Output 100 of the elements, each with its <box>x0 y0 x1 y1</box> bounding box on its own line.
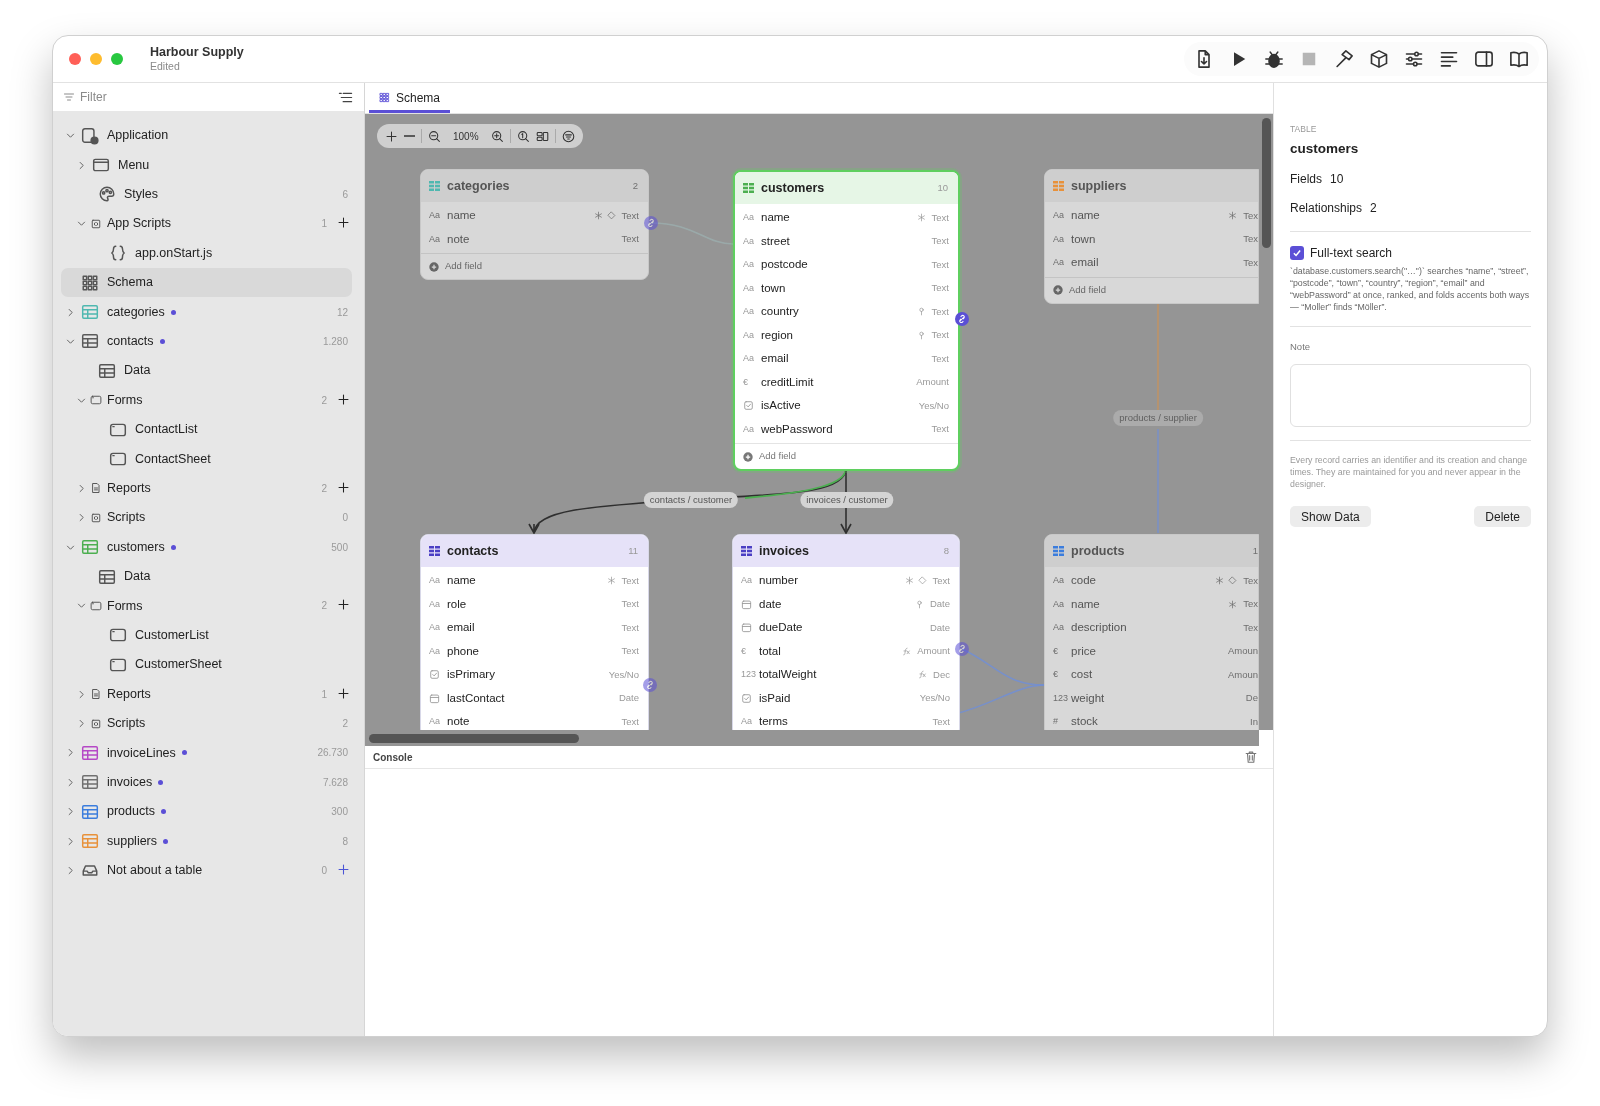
field-name: region <box>761 327 793 343</box>
book-icon[interactable] <box>1509 49 1529 69</box>
item-count: 6 <box>342 187 348 202</box>
document-icon <box>90 688 102 701</box>
tree-item[interactable]: Forms 2 <box>61 385 331 415</box>
delete-button[interactable]: Delete <box>1474 506 1531 528</box>
zoom-out-button[interactable] <box>428 129 441 143</box>
link-handle-icon[interactable] <box>644 216 658 230</box>
stat-value: 10 <box>1330 171 1344 188</box>
field-name: email <box>1071 255 1099 271</box>
item-count: 1 <box>321 687 327 702</box>
link-handle-icon[interactable] <box>955 642 969 656</box>
chevron-icon <box>76 512 87 524</box>
field-name: role <box>447 596 467 612</box>
field-type: Tex <box>1243 597 1258 612</box>
field-type: Amoun <box>1227 667 1258 682</box>
tree-item[interactable]: Menu <box>61 150 352 180</box>
field-type: Text <box>931 257 949 272</box>
layout-button[interactable] <box>535 129 549 143</box>
tree-item[interactable]: products 300 <box>61 797 352 827</box>
tree-item[interactable]: CustomerSheet <box>61 650 352 680</box>
stat-value: 2 <box>1370 200 1377 217</box>
tree-item[interactable]: ContactSheet <box>61 444 352 474</box>
type-glyph: € <box>1053 668 1059 681</box>
add-button[interactable] <box>385 129 398 143</box>
tree-item[interactable]: Scripts 0 <box>61 503 352 533</box>
scrollbar-thumb[interactable] <box>369 733 579 743</box>
tree-item[interactable]: Reports 2 <box>61 473 331 504</box>
field-name: street <box>761 233 790 249</box>
tree-item[interactable]: app.onStart.js <box>61 238 352 268</box>
grid-icon <box>379 92 390 103</box>
tree-item[interactable]: Schema <box>61 267 352 298</box>
tree-item[interactable]: Not about a table 0 <box>61 855 331 886</box>
filter-button[interactable] <box>561 129 575 143</box>
field-type: Date <box>929 620 950 635</box>
calendar-icon <box>429 692 440 704</box>
sliders-icon[interactable] <box>1404 49 1424 69</box>
script-icon <box>90 217 102 230</box>
field-type: Date <box>929 597 950 612</box>
document-status: Edited <box>150 60 181 74</box>
relationship-label[interactable]: invoices / customer <box>800 492 894 509</box>
type-glyph: Aa <box>741 715 753 728</box>
tree-item[interactable]: Application <box>61 121 352 151</box>
item-count: 1 <box>321 217 327 232</box>
lines-icon[interactable] <box>1439 49 1459 69</box>
relationship-label[interactable]: contacts / customer <box>643 492 739 509</box>
tree-item[interactable]: CustomerList <box>61 620 352 651</box>
bug-icon[interactable] <box>1264 49 1284 69</box>
filter-field[interactable]: Filter <box>53 83 364 111</box>
field-type: Text <box>621 714 639 729</box>
tree-item[interactable]: App Scripts 1 <box>61 209 331 239</box>
add-field-button[interactable]: Add field <box>735 443 958 469</box>
field-count: 1 <box>1252 543 1258 558</box>
link-handle-icon[interactable] <box>643 678 657 692</box>
close-button[interactable] <box>69 53 81 65</box>
zoom-in-button[interactable] <box>490 129 504 143</box>
add-field-button[interactable]: Add field <box>1045 276 1258 303</box>
filter-icon <box>561 129 575 143</box>
note-field[interactable] <box>1290 364 1531 428</box>
field-count: 10 <box>937 180 948 195</box>
tree-item[interactable]: contacts 1.280 <box>61 326 352 357</box>
hammer-icon[interactable] <box>1334 49 1354 69</box>
calendar-icon <box>741 598 752 610</box>
tree-item[interactable]: invoiceLines 26.730 <box>61 738 352 768</box>
type-glyph: Aa <box>743 211 755 224</box>
tree-item[interactable]: Scripts 2 <box>61 708 352 739</box>
tree-item[interactable]: categories 12 <box>61 297 352 327</box>
tree-item[interactable]: Styles 6 <box>61 179 352 210</box>
tree-item[interactable]: customers 500 <box>61 532 352 562</box>
footnote: Every record carries an identifier and its creation and change times. They are maintained for you and never appear in the designer. <box>1290 454 1529 491</box>
checkbox[interactable] <box>1290 246 1304 260</box>
cube-icon[interactable] <box>1369 49 1389 69</box>
field-type: Text <box>621 573 639 588</box>
add-button[interactable] <box>337 686 352 702</box>
clear-console-button[interactable] <box>1243 749 1259 765</box>
link-handle-icon[interactable] <box>955 312 969 326</box>
add-button[interactable] <box>337 392 352 408</box>
tree-item[interactable]: Reports 1 <box>61 679 331 709</box>
show-data-button[interactable]: Show Data <box>1290 506 1371 528</box>
type-glyph: Aa <box>429 715 441 728</box>
add-button[interactable] <box>337 480 352 496</box>
sidebar-icon[interactable] <box>1474 49 1494 69</box>
scrollbar-thumb[interactable] <box>1261 118 1271 248</box>
tree-item[interactable]: Data <box>61 356 352 386</box>
chevron-icon <box>65 306 76 318</box>
tree-item[interactable]: invoices 7.628 <box>61 767 352 797</box>
tree-item[interactable]: ContactList <box>61 414 352 445</box>
search-description: `database.customers.search("…")` searches “name”, “street”, “postcode”, “town”, “country”, “region”, “email” and “webPassword” at once, ranked, and folds accents both ways — “Moller” finds “Möller”. <box>1290 265 1531 313</box>
type-glyph: Aa <box>429 232 441 246</box>
field-type: Tex <box>1243 255 1258 270</box>
add-field-button[interactable]: Add field <box>421 253 648 279</box>
field-type: Amount <box>917 644 950 659</box>
zoom-fit-button[interactable] <box>516 129 530 143</box>
tree-item[interactable]: suppliers 8 <box>61 826 352 856</box>
field-name: webPassword <box>761 421 833 437</box>
field-name: name <box>1071 208 1100 224</box>
field-name: lastContact <box>447 690 505 706</box>
tree-item[interactable]: Forms 2 <box>61 591 331 621</box>
field-name: email <box>447 620 475 636</box>
tree-item[interactable]: Data <box>61 561 352 592</box>
